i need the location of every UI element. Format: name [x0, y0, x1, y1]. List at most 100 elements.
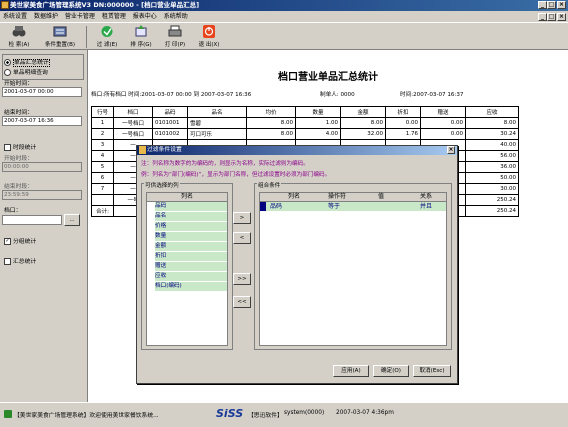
table-cell [91, 194, 114, 206]
dialog-titlebar: 过滤条件设置 × [137, 146, 457, 155]
table-header-cell[interactable]: 品名 [187, 106, 247, 118]
column-list-item[interactable]: 数量 [155, 232, 227, 242]
close-button[interactable]: × [557, 1, 566, 9]
table-header-cell[interactable]: 金额 [340, 106, 386, 118]
condition-reset-button[interactable]: 条件重置(B) [38, 25, 82, 49]
cond-header-value: 值 [378, 193, 385, 200]
menu-item-lease-management[interactable]: 租赁管理 [102, 13, 126, 20]
table-cell: 4 [91, 150, 114, 162]
combined-conditions-group: 组合条件 列名 操作符 值 关系 品码 等于 并且 [254, 181, 452, 350]
start-period-field[interactable]: 00:00:00 [2, 162, 82, 172]
column-list-item[interactable]: 档口(编码) [155, 282, 227, 292]
search-button[interactable]: 检 索(A) [3, 25, 35, 49]
column-list-item[interactable]: 折扣 [155, 252, 227, 262]
status-user: system(0000) [284, 410, 325, 416]
table-header-cell[interactable]: 折扣 [385, 106, 421, 118]
table-cell: 7 [91, 183, 114, 195]
start-time-label: 开始时间： [4, 81, 33, 87]
menu-item-system-help[interactable]: 系统帮助 [164, 13, 188, 20]
column-list-item[interactable]: 金额 [155, 242, 227, 252]
remove-column-button[interactable]: < [233, 232, 251, 244]
cond-column-cell[interactable]: 品码 [270, 202, 282, 211]
menu-item-system-settings[interactable]: 系统设置 [3, 13, 27, 20]
available-columns-list[interactable]: 列名 品码 品名 价格 数量 金额 折扣 赠送 应收 档口(编码) [146, 192, 228, 346]
table-cell: 2 [91, 128, 114, 140]
menu-item-report-center[interactable]: 报表中心 [133, 13, 157, 20]
table-cell: 1.00 [295, 117, 341, 129]
minimize-button[interactable]: _ [538, 1, 547, 9]
dialog-icon [139, 146, 146, 154]
sort-icon [134, 25, 148, 38]
table-cell: 36.00 [465, 161, 519, 173]
table-header-cell[interactable]: 赠送 [420, 106, 466, 118]
table-header-cell[interactable]: 行号 [91, 106, 114, 118]
period-stats-checkbox[interactable]: 时段统计 [4, 142, 36, 151]
cond-operator-cell[interactable]: 等于 [328, 202, 340, 211]
child-minimize-button[interactable]: _ [538, 13, 547, 21]
menu-item-card-management[interactable]: 营业卡管理 [65, 13, 95, 20]
column-list-item[interactable]: 价格 [155, 222, 227, 232]
stall-field[interactable] [2, 215, 62, 225]
tree-icon [4, 410, 12, 418]
table-cell: 6 [91, 172, 114, 184]
table-cell: 可口可乐 [187, 128, 247, 140]
end-period-field[interactable]: 23:59:59 [2, 190, 82, 200]
siss-logo: SiSS [216, 407, 244, 420]
table-header-cell[interactable]: 均价 [246, 106, 296, 118]
add-column-button[interactable]: > [233, 212, 251, 224]
title-bar: 美世家美食广场管理系统V3 DN:000000 - [档口营业单品汇总] _ □… [0, 0, 568, 11]
print-button[interactable]: 打 印(P) [160, 25, 190, 49]
summary-stats-checkbox[interactable]: 汇总统计 [4, 256, 36, 265]
printer-icon [168, 25, 182, 38]
maximize-button[interactable]: □ [547, 1, 556, 9]
condition-row[interactable]: 品码 等于 并且 [260, 202, 446, 212]
report-info: 档口:所有档口 时间:2001-03-07 00:00 到 2007-03-07… [91, 92, 252, 98]
table-cell: 56.00 [465, 150, 519, 162]
menu-item-data-maintenance[interactable]: 数据维护 [34, 13, 58, 20]
ok-button[interactable]: 确定(O) [373, 365, 409, 377]
sort-button[interactable]: 排 序(G) [126, 25, 156, 49]
stall-picker-button[interactable]: ... [64, 214, 80, 226]
table-header-cell[interactable]: 数量 [295, 106, 341, 118]
apply-button[interactable]: 应用(A) [333, 365, 369, 377]
option-summary[interactable]: 单品汇总统计 [4, 57, 50, 67]
option-detail[interactable]: 单品明细查询 [4, 67, 48, 76]
window-title: 美世家美食广场管理系统V3 DN:000000 - [档口营业单品汇总] [10, 1, 200, 9]
table-cell: 一号档口 [113, 128, 153, 140]
table-cell: 8.00 [465, 117, 519, 129]
filter-button[interactable]: 过 滤(E) [92, 25, 122, 49]
table-cell: 4.00 [295, 128, 341, 140]
column-list-item[interactable]: 品名 [155, 212, 227, 222]
child-close-button[interactable]: × [557, 13, 566, 21]
exit-button[interactable]: 退 出(X) [194, 25, 224, 49]
group-stats-checkbox[interactable]: ✓ 分组统计 [4, 236, 36, 245]
available-columns-group: 可供选择的列 列名 品码 品名 价格 数量 金额 折扣 赠送 应收 档口(编码) [141, 181, 233, 350]
add-all-columns-button[interactable]: >> [233, 273, 251, 285]
status-time: 2007-03-07 4:36pm [336, 410, 394, 416]
column-list-item[interactable]: 品码 [155, 202, 227, 212]
table-header-cell[interactable]: 档口 [113, 106, 153, 118]
table-row[interactable]: 1 一号档口 0101001 雪碧 8.00 1.00 8.00 0.00 0.00 8.00 [91, 117, 519, 129]
column-list-item[interactable]: 应收 [155, 272, 227, 282]
column-list-item[interactable]: 赠送 [155, 262, 227, 272]
table-header-cell[interactable]: 应收 [465, 106, 519, 118]
exit-icon [202, 25, 216, 38]
table-row[interactable]: 2 一号档口 0101002 可口可乐 8.00 4.00 32.00 1.76 0.00 30.… [91, 128, 519, 140]
cancel-button[interactable]: 取消(Esc) [413, 365, 451, 377]
table-header-row: 行号 档口 品码 品名 均价 数量 金额 折扣 赠送 应收 [91, 106, 519, 118]
remove-all-columns-button[interactable]: << [233, 296, 251, 308]
start-time-field[interactable]: 2001-03-07 00:00 [2, 87, 82, 97]
conditions-grid[interactable]: 列名 操作符 值 关系 品码 等于 并且 [259, 192, 447, 346]
status-message: 【美世家美食广场管理系统】欢迎使用美世家餐饮系统... [14, 413, 159, 419]
table-header-cell[interactable]: 品码 [152, 106, 188, 118]
table-cell: 1 [91, 117, 114, 129]
dialog-close-button[interactable]: × [447, 146, 455, 154]
end-time-field[interactable]: 2007-03-07 16:36 [2, 116, 82, 126]
child-maximize-button[interactable]: □ [547, 13, 556, 21]
table-cell: 250.24 [465, 194, 519, 206]
cond-relation-cell[interactable]: 并且 [420, 202, 432, 211]
condition-reset-icon [53, 25, 67, 38]
table-cell: 8.00 [340, 117, 386, 129]
table-cell: 50.00 [465, 172, 519, 184]
table-cell: 5 [91, 161, 114, 173]
